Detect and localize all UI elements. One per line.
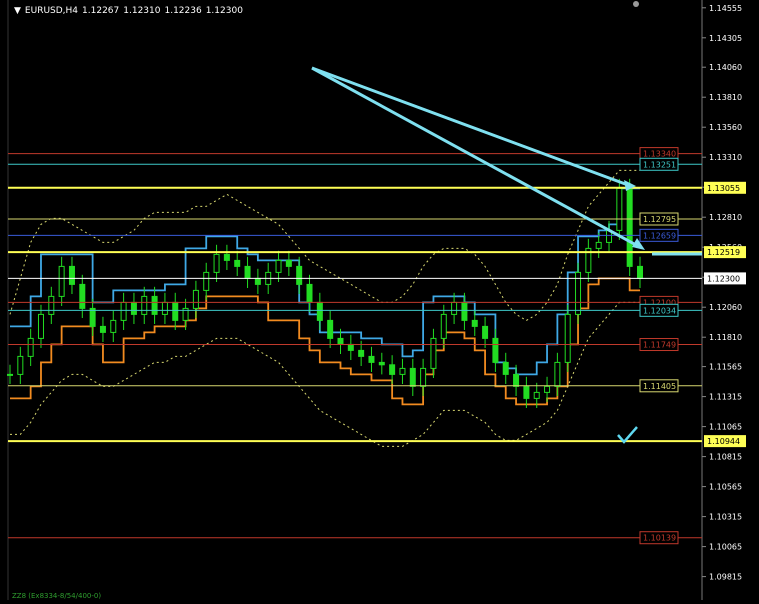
candle-body: [471, 319, 478, 327]
price-chart[interactable]: 1.14555 1.14305 1.14060 1.13810 1.13560 1.133…: [0, 0, 759, 600]
candle-body: [358, 349, 365, 357]
candle-body: [399, 367, 406, 375]
level-label: 1.12034: [643, 306, 676, 315]
candle-body: [79, 283, 86, 309]
dropdown-icon[interactable]: ▼: [14, 6, 21, 16]
candle-body: [151, 295, 158, 315]
candle-body: [409, 367, 416, 387]
level-label: 1.11749: [643, 341, 676, 350]
indicator-footer: ZZ8 (Ex8334-8/54/400-0): [12, 592, 102, 600]
candle-body: [306, 283, 313, 303]
level-price-label: 1.10944: [707, 437, 740, 446]
candle-body: [37, 313, 44, 339]
candle-body: [564, 313, 571, 363]
candle-body: [502, 361, 509, 375]
candle-body: [378, 361, 385, 366]
symbol-timeframe: EURUSD,H4: [24, 6, 79, 16]
candle-body: [430, 337, 437, 369]
axis-tick-label: 1.14305: [709, 34, 742, 43]
candle-body: [58, 265, 65, 297]
axis-tick-label: 1.11565: [709, 363, 742, 372]
candle-body: [451, 301, 458, 315]
axis-tick-label: 1.09815: [709, 573, 742, 582]
level-label: 1.11405: [643, 382, 676, 391]
candle-body: [337, 337, 344, 345]
candle-body: [327, 319, 334, 339]
candle-body: [523, 385, 530, 399]
candle-body: [626, 187, 633, 267]
axis-tick-label: 1.11315: [709, 393, 742, 402]
candle-body: [533, 391, 540, 399]
axis-tick-label: 1.10815: [709, 453, 742, 462]
axis-tick-label: 1.14555: [709, 4, 742, 13]
axis-tick-label: 1.13810: [709, 93, 742, 102]
scroll-marker-icon: [633, 1, 639, 7]
axis-tick-label: 1.10065: [709, 543, 742, 552]
candle-body: [492, 337, 499, 363]
candle-body: [110, 319, 117, 333]
ohlc-high: 1.12310: [123, 6, 161, 16]
candle-body: [48, 295, 55, 315]
axis-tick-label: 1.14060: [709, 63, 742, 72]
chart-canvas: 1.14555 1.14305 1.14060 1.13810 1.13560 1.133…: [0, 0, 759, 600]
candle-body: [7, 373, 13, 376]
candle-body: [27, 337, 34, 357]
ohlc-close: 1.12300: [205, 6, 243, 16]
candle-body: [554, 361, 561, 387]
axis-tick-label: 1.11065: [709, 423, 742, 432]
candle-body: [389, 364, 396, 375]
level-price-label: 1.13055: [707, 184, 740, 193]
candle-body: [347, 343, 354, 351]
candle-body: [616, 187, 623, 231]
candle-body: [234, 259, 241, 267]
candle-body: [244, 265, 251, 279]
candle-body: [89, 307, 96, 327]
candle-body: [161, 301, 168, 315]
candle-body: [595, 241, 602, 249]
level-label: 1.10139: [643, 534, 676, 543]
candle-body: [192, 289, 199, 309]
candle-body: [296, 265, 303, 285]
axis-tick-label: 1.12810: [709, 213, 742, 222]
axis-tick-label: 1.13310: [709, 153, 742, 162]
candle-body: [544, 385, 551, 393]
candle-body: [203, 271, 210, 291]
candle-body: [420, 367, 427, 387]
axis-tick-label: 1.10315: [709, 513, 742, 522]
candle-body: [637, 265, 643, 279]
candle-body: [99, 325, 106, 333]
candle-body: [482, 325, 489, 339]
axis-tick-label: 1.12060: [709, 303, 742, 312]
candle-body: [316, 301, 323, 321]
axis-tick-label: 1.13560: [709, 123, 742, 132]
level-label: 1.13340: [643, 150, 676, 159]
candle-body: [461, 301, 468, 321]
candle-body: [285, 259, 292, 267]
candle-body: [254, 277, 261, 285]
ohlc-open: 1.12267: [82, 6, 120, 16]
candle-body: [17, 355, 24, 375]
candle-body: [440, 313, 447, 339]
axis-tick-label: 1.11810: [709, 333, 742, 342]
axis-tick-label: 1.10565: [709, 483, 742, 492]
level-label: 1.12659: [643, 231, 676, 240]
level-label: 1.12795: [643, 215, 676, 224]
candle-body: [213, 253, 220, 273]
ohlc-low: 1.12236: [164, 6, 202, 16]
candle-body: [120, 301, 127, 321]
candle-body: [141, 295, 148, 315]
candle-body: [513, 373, 520, 387]
level-label: 1.13251: [643, 160, 676, 169]
candle-body: [368, 355, 375, 363]
current-price-label: 1.12300: [707, 274, 740, 283]
candle-body: [172, 301, 179, 321]
candle-body: [130, 301, 137, 315]
candle-body: [68, 265, 75, 285]
candle-body: [223, 253, 230, 261]
chart-header: ▼ EURUSD,H4 1.12267 1.12310 1.12236 1.12300: [14, 6, 247, 16]
candle-body: [275, 259, 282, 273]
level-price-label: 1.12519: [707, 248, 740, 257]
